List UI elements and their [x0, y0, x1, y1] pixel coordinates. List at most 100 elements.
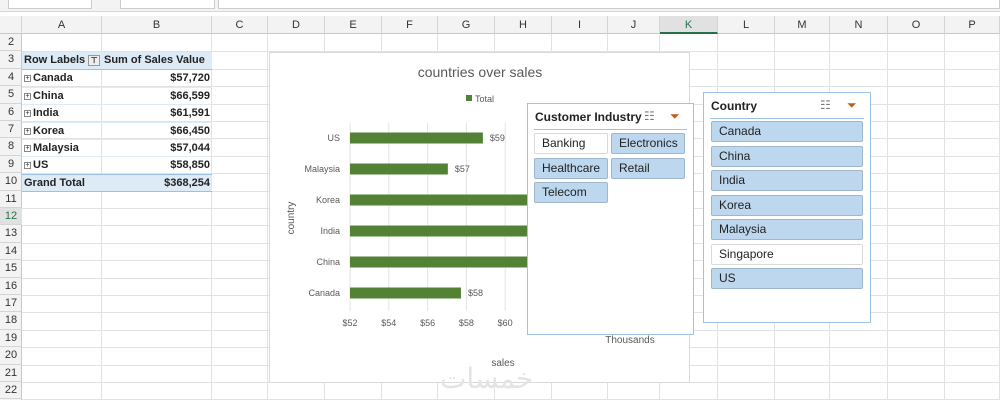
clear-filter-icon[interactable]: ⏷	[670, 109, 680, 124]
row-header-14[interactable]: 14	[0, 243, 22, 261]
column-header-E[interactable]: E	[325, 16, 382, 34]
slicer-item-canada[interactable]: Canada	[711, 121, 863, 142]
slicer-item-china[interactable]: China	[711, 145, 863, 167]
y-axis-title: country	[286, 202, 297, 235]
select-all-button[interactable]	[0, 16, 22, 34]
bar-us[interactable]	[350, 132, 483, 144]
slicer-item-korea[interactable]: Korea	[711, 194, 863, 216]
column-header-M[interactable]: M	[775, 16, 830, 34]
slicer-item-singapore[interactable]: Singapore	[711, 243, 863, 265]
row-header-6[interactable]: 6	[0, 104, 22, 121]
column-header-N[interactable]: N	[830, 16, 888, 34]
pivot-row-label[interactable]: + Canada	[22, 70, 102, 88]
y-tick-label: Canada	[308, 288, 340, 298]
row-header-4[interactable]: 4	[0, 69, 22, 87]
pivot-header-row-labels[interactable]: Row Labels ⊤	[22, 52, 102, 70]
filter-dropdown-icon[interactable]: ⊤	[88, 54, 101, 66]
expand-icon[interactable]: +	[24, 145, 31, 152]
column-header-F[interactable]: F	[382, 16, 438, 34]
column-header-J[interactable]: J	[608, 16, 660, 34]
multi-select-icon[interactable]: ☷	[820, 98, 831, 112]
bar-india[interactable]	[350, 225, 537, 237]
row-header-7[interactable]: 7	[0, 121, 22, 139]
y-tick-label: US	[327, 133, 340, 143]
pivot-row-text: India	[33, 107, 59, 120]
column-header-I[interactable]: I	[552, 16, 608, 34]
column-header-B[interactable]: B	[102, 16, 212, 34]
pivot-row-text: Korea	[33, 124, 65, 137]
column-header-K[interactable]: K	[660, 16, 718, 34]
row-header-12[interactable]: 12	[0, 208, 22, 226]
slicer-item-healthcare[interactable]: Healthcare	[534, 157, 608, 179]
row-header-21[interactable]: 21	[0, 365, 22, 382]
grand-total-value[interactable]: $368,254	[102, 174, 212, 192]
pivot-row-value[interactable]: $66,450	[102, 123, 212, 140]
expand-icon[interactable]: +	[24, 127, 31, 135]
slicer-item-telecom[interactable]: Telecom	[534, 182, 608, 203]
column-header-C[interactable]: C	[212, 16, 268, 34]
column-header-D[interactable]: D	[268, 16, 325, 34]
row-header-17[interactable]: 17	[0, 295, 22, 313]
slicer-title: Customer Industry	[535, 110, 642, 124]
pivot-row-text: Canada	[33, 72, 73, 85]
column-header-L[interactable]: L	[718, 16, 775, 34]
expand-icon[interactable]: +	[24, 92, 31, 100]
grand-total-label[interactable]: Grand Total	[22, 174, 102, 192]
slicer-item-banking[interactable]: Banking	[534, 133, 608, 154]
slicer-country: Country ☷ ⏷ Canada China India Korea Malaysi…	[703, 92, 871, 323]
bar-malaysia[interactable]	[350, 163, 448, 175]
row-header-15[interactable]: 15	[0, 260, 22, 278]
pivot-row-label[interactable]: + US	[22, 157, 102, 175]
pivot-row-label[interactable]: + China	[22, 88, 102, 106]
slicer-item-malaysia[interactable]: Malaysia	[711, 219, 863, 240]
row-header-2[interactable]: 2	[0, 34, 22, 52]
row-header-22[interactable]: 22	[0, 382, 22, 400]
column-header-O[interactable]: O	[888, 16, 945, 34]
pivot-header-value[interactable]: Sum of Sales Value	[102, 52, 212, 70]
slicer-title: Country	[711, 99, 757, 113]
data-label: $59	[490, 133, 505, 143]
row-header-9[interactable]: 9	[0, 156, 22, 174]
column-header-P[interactable]: P	[945, 16, 1000, 34]
pivot-row-value[interactable]: $58,850	[102, 157, 212, 175]
formula-buttons[interactable]	[120, 0, 215, 9]
formula-bar	[0, 0, 1000, 12]
formula-input[interactable]	[218, 0, 1000, 9]
row-header-8[interactable]: 8	[0, 138, 22, 156]
pivot-row-value[interactable]: $61,591	[102, 105, 212, 123]
row-header-20[interactable]: 20	[0, 347, 22, 365]
name-box[interactable]	[8, 0, 92, 9]
column-header-H[interactable]: H	[495, 16, 552, 34]
bar-canada[interactable]	[350, 287, 461, 299]
slicer-item-india[interactable]: India	[711, 170, 863, 191]
row-header-5[interactable]: 5	[0, 86, 22, 104]
pivot-row-value[interactable]: $57,720	[102, 70, 212, 88]
expand-icon[interactable]: +	[24, 162, 31, 170]
gridline	[267, 34, 268, 400]
expand-icon[interactable]: +	[24, 110, 31, 118]
expand-icon[interactable]: +	[24, 75, 31, 83]
row-header-10[interactable]: 10	[0, 173, 22, 191]
row-header-19[interactable]: 19	[0, 330, 22, 348]
row-header-3[interactable]: 3	[0, 51, 22, 69]
pivot-row-value[interactable]: $66,599	[102, 88, 212, 106]
pivot-row-label[interactable]: + Malaysia	[22, 140, 102, 158]
row-labels-text: Row Labels	[24, 54, 86, 66]
row-header-11[interactable]: 11	[0, 191, 22, 208]
pivot-row-value[interactable]: $57,044	[102, 140, 212, 158]
slicer-item-electronics[interactable]: Electronics	[611, 133, 685, 154]
row-header-16[interactable]: 16	[0, 278, 22, 295]
slicer-item-us[interactable]: US	[711, 268, 863, 289]
slicer-customer-industry: Customer Industry ☷ ⏷ Banking Electronics…	[527, 103, 694, 335]
multi-select-icon[interactable]: ☷	[644, 109, 655, 123]
column-header-A[interactable]: A	[22, 16, 102, 34]
legend-label: Total	[475, 94, 494, 104]
pivot-row-label[interactable]: + Korea	[22, 123, 102, 140]
clear-filter-icon[interactable]: ⏷	[847, 98, 857, 113]
x-tick-label: $58	[459, 318, 474, 328]
column-header-G[interactable]: G	[438, 16, 495, 34]
slicer-item-retail[interactable]: Retail	[611, 157, 685, 179]
pivot-row-label[interactable]: + India	[22, 105, 102, 123]
row-header-13[interactable]: 13	[0, 225, 22, 243]
row-header-18[interactable]: 18	[0, 312, 22, 330]
